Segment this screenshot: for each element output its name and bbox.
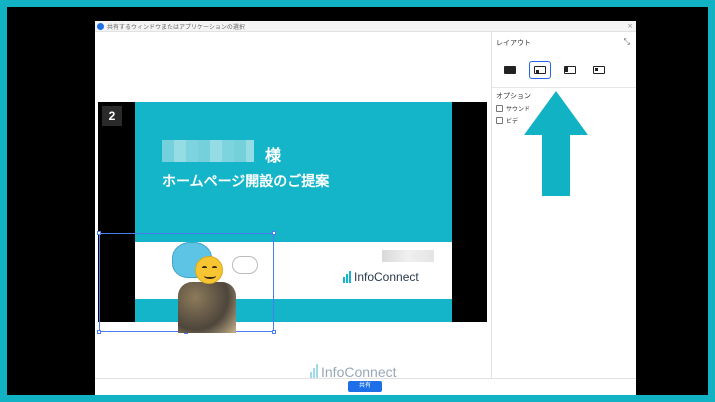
resize-handle[interactable] [97,231,101,235]
share-button[interactable]: 共有 [348,381,382,392]
resize-handle[interactable] [272,231,276,235]
share-dialog: 共有するウィンドウまたはアプリケーションの選択 × 2 様 ホームページ開設のご… [95,21,636,395]
layout-pip-right-button[interactable] [588,61,610,79]
slide-logo: InfoConnect [343,270,419,284]
arrow-up-icon [524,91,588,196]
presenter-video [170,242,258,333]
blurred-client-name [162,140,254,162]
title-bar: 共有するウィンドウまたはアプリケーションの選択 × [95,21,636,32]
slide-letterbox-right [452,102,487,322]
slide-logo-text: InfoConnect [354,270,419,284]
slide-title: ホームページ開設のご提案 [162,174,330,190]
layout-side-icon [564,66,576,74]
layout-full-icon [504,66,516,74]
panel-separator [492,87,636,88]
option-video-label: ビデ [506,118,519,125]
option-video[interactable]: ビデ [496,116,518,125]
close-icon[interactable]: × [627,21,633,31]
camera-overlay[interactable] [97,231,276,334]
layout-pip-button[interactable] [529,61,551,79]
layout-full-button[interactable] [499,61,521,79]
blurred-presenter-name [382,250,434,262]
logo-mark-icon [343,271,351,283]
smiley-face-icon [195,256,223,284]
layout-pip-right-icon [593,66,605,74]
app-icon [97,23,104,30]
video-checkbox[interactable] [496,117,503,124]
window-title: 共有するウィンドウまたはアプリケーションの選択 [107,24,245,31]
layout-side-button[interactable] [559,61,581,79]
sound-checkbox[interactable] [496,105,503,112]
share-preview: 2 様 ホームページ開設のご提案 InfoConnect InfoConnect [95,32,491,380]
layout-panel-title: レイアウト [496,39,531,47]
resize-handle[interactable] [97,330,101,334]
dialog-footer: 共有 [95,378,636,395]
mascot-hand-icon [232,256,258,274]
presenter-body [178,282,236,333]
screenshot-frame: 共有するウィンドウまたはアプリケーションの選択 × 2 様 ホームページ開設のご… [0,0,715,402]
layout-pip-icon [534,66,546,74]
slide-page-number: 2 [102,106,122,126]
slide-honorific: 様 [265,146,282,165]
resize-handle[interactable] [272,330,276,334]
collapse-icon[interactable]: ⤡ [624,37,630,47]
layout-panel: レイアウト ⤡ オプション サウンド ビデ [492,32,636,378]
